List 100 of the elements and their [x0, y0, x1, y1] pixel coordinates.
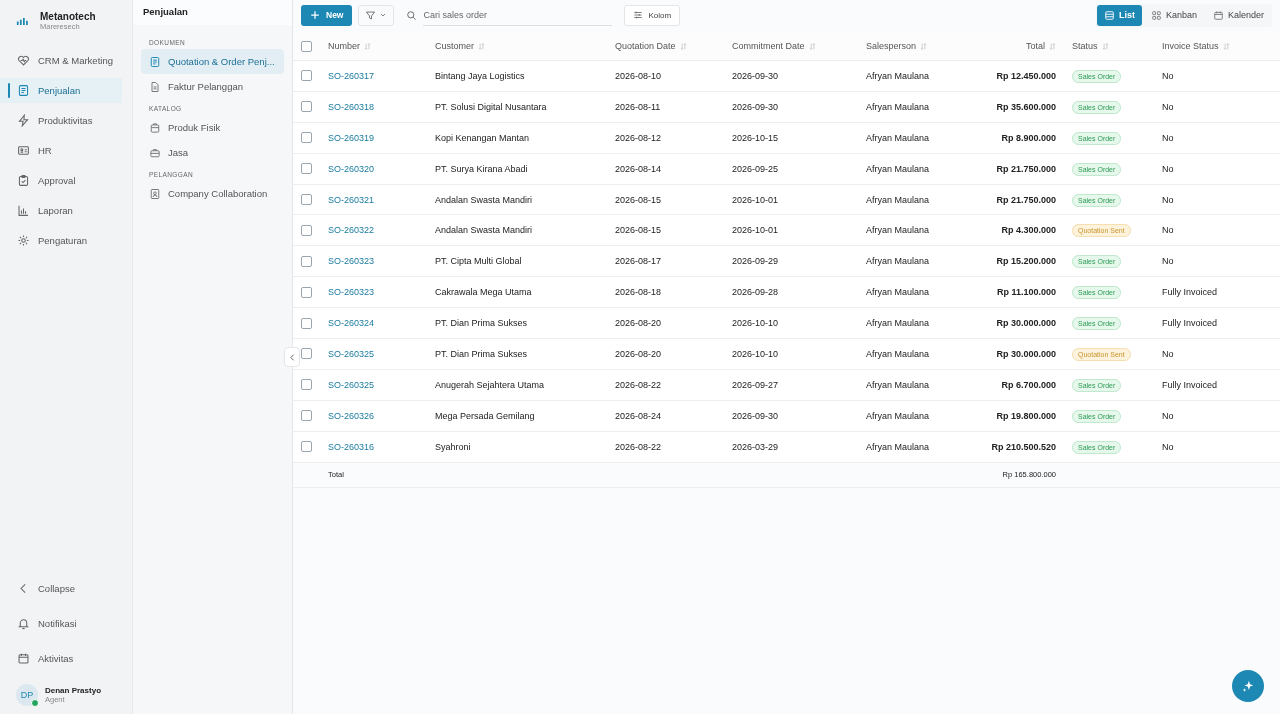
- sort-icon[interactable]: [478, 42, 485, 50]
- row-checkbox[interactable]: [301, 441, 312, 453]
- column-header[interactable]: Number: [328, 41, 360, 51]
- row-checkbox[interactable]: [301, 163, 312, 175]
- nav-item[interactable]: Notifikasi: [0, 606, 132, 641]
- column-header[interactable]: Customer: [435, 41, 474, 51]
- assistant-button[interactable]: [1232, 670, 1264, 702]
- order-number-link[interactable]: SO-260325: [328, 379, 375, 390]
- nav-item[interactable]: CRM & Marketing: [0, 48, 132, 73]
- submenu-item[interactable]: Produk Fisik: [141, 115, 284, 140]
- caret-icon: [379, 11, 388, 19]
- table-cell: Rp 30.000.000: [996, 348, 1056, 359]
- nav-item[interactable]: HR: [0, 138, 132, 163]
- order-number-link[interactable]: SO-260323: [328, 256, 375, 267]
- calendar-icon: [1212, 9, 1224, 21]
- order-number-link[interactable]: SO-260319: [328, 132, 375, 143]
- sort-icon[interactable]: [1101, 42, 1109, 50]
- table-cell: PT. Surya Kirana Abadi: [435, 163, 528, 174]
- order-number-link[interactable]: SO-260318: [328, 101, 375, 112]
- nav-item[interactable]: Aktivitas: [0, 641, 132, 676]
- sort-icon[interactable]: [679, 42, 687, 50]
- column-header[interactable]: Salesperson: [866, 41, 917, 51]
- table-cell: 2026-08-18: [615, 287, 662, 298]
- document-icon: [17, 84, 30, 97]
- column-header[interactable]: Quotation Date: [615, 41, 676, 51]
- view-tab[interactable]: Kalender: [1205, 4, 1271, 26]
- row-checkbox[interactable]: [301, 286, 312, 298]
- table-cell: 2026-08-20: [615, 318, 662, 329]
- order-number-link[interactable]: SO-260316: [328, 441, 375, 452]
- table-cell: 2026-03-29: [732, 441, 779, 452]
- contact-card-icon: [149, 187, 161, 200]
- column-header[interactable]: Invoice Status: [1162, 41, 1219, 51]
- table-cell: No: [1162, 194, 1174, 205]
- order-number-link[interactable]: SO-260325: [328, 348, 375, 359]
- submenu-item[interactable]: Faktur Pelanggan: [141, 74, 284, 99]
- nav-item[interactable]: Penjualan: [0, 78, 122, 103]
- row-checkbox[interactable]: [301, 101, 312, 113]
- table-cell: PT. Dian Prima Sukses: [435, 318, 528, 329]
- lightning-icon: [17, 114, 30, 127]
- sort-icon[interactable]: [364, 42, 371, 50]
- table-cell: 2026-09-28: [732, 287, 779, 298]
- sort-icon[interactable]: [1222, 42, 1230, 50]
- row-checkbox[interactable]: [301, 379, 312, 391]
- order-number-link[interactable]: SO-260320: [328, 163, 375, 174]
- submenu-item[interactable]: Company Collaboration: [141, 181, 284, 206]
- sort-icon[interactable]: [920, 42, 928, 50]
- row-checkbox[interactable]: [301, 410, 312, 422]
- row-checkbox[interactable]: [301, 348, 312, 360]
- column-header[interactable]: Commitment Date: [732, 41, 805, 51]
- nav-item[interactable]: Produktivitas: [0, 108, 132, 133]
- row-checkbox[interactable]: [301, 224, 312, 236]
- table-cell: 2026-10-10: [732, 318, 779, 329]
- row-checkbox[interactable]: [301, 317, 312, 329]
- order-number-link[interactable]: SO-260322: [328, 225, 375, 236]
- table-cell: Afryan Maulana: [866, 225, 930, 236]
- search-icon: [406, 9, 418, 21]
- new-button[interactable]: New: [301, 4, 353, 26]
- table-cell: 2026-08-10: [615, 70, 662, 81]
- table-cell: Rp 15.200.000: [996, 256, 1056, 267]
- sort-icon[interactable]: [1049, 42, 1056, 50]
- table-cell: Anugerah Sejahtera Utama: [435, 379, 545, 390]
- order-number-link[interactable]: SO-260326: [328, 410, 375, 421]
- table-cell: 2026-09-30: [732, 101, 779, 112]
- collapse-panel-button[interactable]: [284, 347, 300, 367]
- brand-name: Metanotech: [40, 11, 96, 22]
- row-checkbox[interactable]: [301, 194, 312, 205]
- table-cell: Rp 12.450.000: [996, 70, 1056, 81]
- table-cell: Andalan Swasta Mandiri: [435, 194, 533, 205]
- table-cell: No: [1162, 70, 1174, 81]
- table-cell: Rp 21.750.000: [996, 194, 1056, 205]
- table-cell: 2026-09-29: [732, 256, 779, 267]
- column-header[interactable]: Total: [1026, 41, 1045, 51]
- order-number-link[interactable]: SO-260324: [328, 318, 375, 329]
- nav-item[interactable]: Approval: [0, 168, 132, 193]
- row-checkbox[interactable]: [301, 255, 312, 267]
- row-checkbox[interactable]: [301, 132, 312, 144]
- order-number-link[interactable]: SO-260317: [328, 70, 375, 81]
- sort-icon[interactable]: [808, 42, 816, 50]
- table-cell: Afryan Maulana: [866, 163, 930, 174]
- filter-button[interactable]: [358, 4, 395, 26]
- search-field[interactable]: Cari sales order: [423, 4, 613, 26]
- table-cell: No: [1162, 225, 1174, 236]
- submenu-item[interactable]: Quotation & Order Penj...: [141, 49, 284, 74]
- table-cell: 2026-09-30: [732, 70, 779, 81]
- table-cell: Rp 19.800.000: [996, 410, 1056, 421]
- table-cell: Rp 30.000.000: [996, 318, 1056, 329]
- nav-item[interactable]: Pengaturan: [0, 228, 132, 253]
- submenu-item[interactable]: Jasa: [141, 140, 284, 165]
- columns-button[interactable]: Kolom: [624, 4, 681, 26]
- column-header[interactable]: Status: [1072, 41, 1098, 51]
- order-number-link[interactable]: SO-260323: [328, 287, 375, 298]
- sliders-icon: [633, 10, 644, 20]
- view-tab[interactable]: Kanban: [1143, 4, 1204, 26]
- select-all-checkbox[interactable]: [301, 40, 312, 52]
- order-number-link[interactable]: SO-260321: [328, 194, 375, 205]
- row-checkbox[interactable]: [301, 70, 312, 82]
- nav-item[interactable]: Collapse: [0, 571, 132, 606]
- view-tab[interactable]: List: [1096, 4, 1142, 26]
- nav-item[interactable]: Laporan: [0, 198, 132, 223]
- table-cell: Rp 21.750.000: [996, 163, 1056, 174]
